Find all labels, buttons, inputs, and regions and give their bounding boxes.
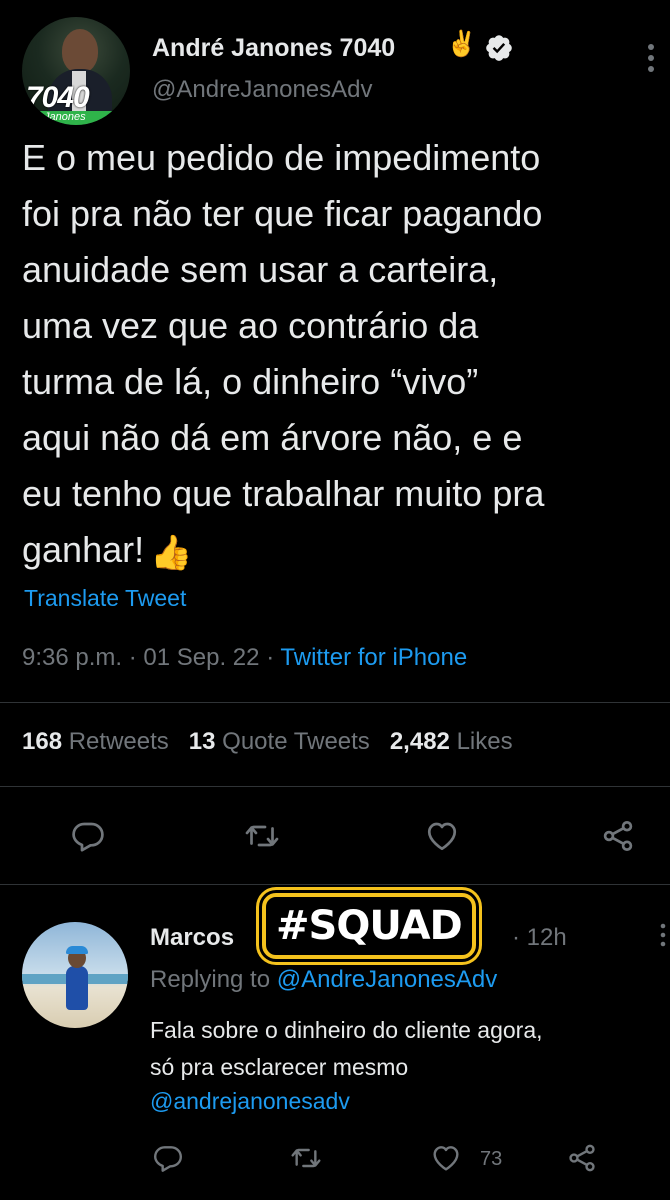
- avatar-badge-text: Janones: [44, 111, 86, 123]
- victory-hand-emoji: ✌️: [446, 30, 478, 58]
- retweets-count: 168: [22, 728, 63, 755]
- avatar-badge-number: 7040: [26, 81, 90, 114]
- divider: [0, 786, 670, 787]
- avatar-face: [62, 29, 98, 73]
- meta-separator: ·: [266, 644, 275, 671]
- retweet-icon[interactable]: [290, 1142, 322, 1174]
- reply-timestamp[interactable]: · 12h: [512, 924, 567, 952]
- meta-separator: ·: [128, 644, 137, 671]
- replying-to: Replying to @AndreJanonesAdv: [150, 966, 497, 994]
- thumbs-up-emoji: 👍: [150, 534, 193, 572]
- reply-author-name[interactable]: Marcos: [150, 924, 234, 952]
- quote-tweets-count: 13: [188, 728, 216, 755]
- reply-more-options-icon[interactable]: [656, 922, 670, 948]
- likes-label: Likes: [456, 728, 513, 755]
- avatar-cap: [66, 946, 88, 954]
- reply-text: Fala sobre o dinheiro do cliente agora, …: [150, 1017, 543, 1080]
- likes-count: 2,482: [389, 728, 450, 755]
- verified-badge-icon: [484, 33, 514, 63]
- avatar-person: [66, 966, 88, 1010]
- share-icon[interactable]: [566, 1142, 598, 1174]
- tweet-time[interactable]: 9:36 p.m.: [22, 644, 122, 671]
- share-icon[interactable]: [600, 818, 636, 854]
- reply-icon[interactable]: [152, 1142, 184, 1174]
- more-options-icon[interactable]: [640, 40, 662, 76]
- reply-mention-link[interactable]: @andrejanonesadv: [150, 1088, 350, 1115]
- retweets-stat[interactable]: 168 Retweets: [22, 728, 169, 755]
- divider: [0, 702, 670, 703]
- reply-like-count: 73: [480, 1148, 503, 1170]
- tweet-source-link[interactable]: Twitter for iPhone: [280, 644, 467, 671]
- tweet-text-body: E o meu pedido de impedimento foi pra nã…: [22, 137, 545, 570]
- tweet-meta: 9:36 p.m. · 01 Sep. 22 · Twitter for iPh…: [22, 644, 467, 672]
- tweet-date[interactable]: 01 Sep. 22: [143, 644, 259, 671]
- author-avatar[interactable]: 7040 Janones: [22, 17, 130, 125]
- quote-tweets-stat[interactable]: 13 Quote Tweets: [189, 728, 370, 755]
- author-handle[interactable]: @AndreJanonesAdv: [152, 76, 373, 104]
- retweet-icon[interactable]: [244, 818, 280, 854]
- replying-prefix: Replying to: [150, 966, 271, 993]
- like-icon[interactable]: [424, 818, 460, 854]
- likes-stat[interactable]: 2,482 Likes: [390, 728, 513, 755]
- quote-tweets-label: Quote Tweets: [222, 728, 370, 755]
- squad-sticker-overlay: #SQUAD: [262, 893, 476, 959]
- divider: [0, 884, 670, 885]
- tweet-text: E o meu pedido de impedimento foi pra nã…: [22, 130, 667, 581]
- author-display-name[interactable]: André Janones 7040: [152, 34, 395, 63]
- reply-author-avatar[interactable]: [22, 922, 128, 1028]
- tweet-stats: 168 Retweets 13 Quote Tweets 2,482 Likes: [22, 728, 513, 756]
- translate-tweet-link[interactable]: Translate Tweet: [24, 585, 186, 612]
- retweets-label: Retweets: [68, 728, 169, 755]
- reply-icon[interactable]: [70, 818, 106, 854]
- replying-to-handle[interactable]: @AndreJanonesAdv: [277, 966, 498, 993]
- like-icon[interactable]: [430, 1142, 462, 1174]
